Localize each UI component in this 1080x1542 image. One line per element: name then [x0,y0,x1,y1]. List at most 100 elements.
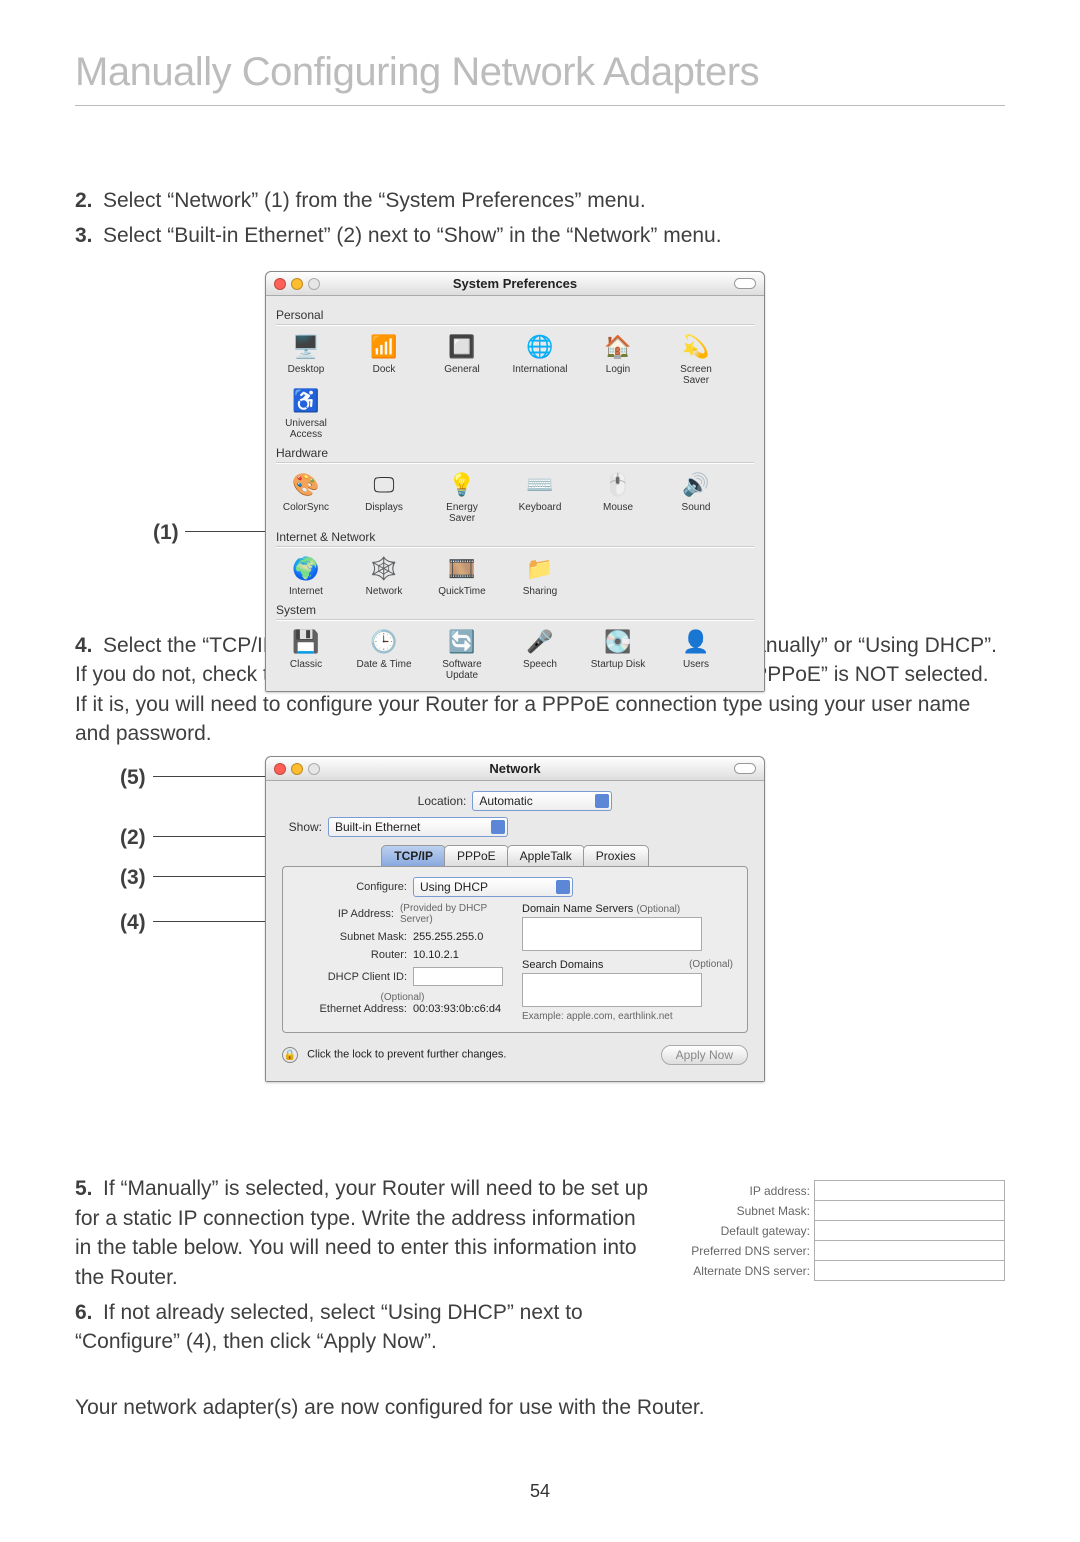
step-5: 5.If “Manually” is selected, your Router… [75,1174,657,1292]
pref-energy[interactable]: 💡Energy Saver [432,470,492,524]
speech-icon: 🎤 [525,627,555,657]
classic-icon: 💾 [291,627,321,657]
router-label: Router: [297,949,407,961]
pref-speech[interactable]: 🎤Speech [510,627,570,681]
subnet-value: 255.255.255.0 [413,931,483,943]
pref-users[interactable]: 👤Users [666,627,726,681]
pref-screensaver[interactable]: 💫Screen Saver [666,332,726,386]
subnet-field[interactable] [815,1201,1005,1221]
pref-displays[interactable]: 🖵Displays [354,470,414,524]
toolbar-pill-icon[interactable] [734,763,756,774]
minimize-icon[interactable] [291,763,303,775]
show-label: Show: [282,820,322,834]
gateway-label: Default gateway: [687,1221,814,1241]
section-internet: Internet & Network [276,530,754,544]
pref-sharing[interactable]: 📁Sharing [510,554,570,597]
search-optional: (Optional) [689,959,733,970]
lock-icon[interactable]: 🔒 [282,1047,298,1063]
pref-software[interactable]: 🔄Software Update [432,627,492,681]
globe-icon: 🌐 [525,332,555,362]
network-icon: 🕸️ [369,554,399,584]
tab-proxies[interactable]: Proxies [583,845,649,866]
window-title: System Preferences [453,276,577,291]
dns2-label: Alternate DNS server: [687,1261,814,1281]
callout-4: (4) [120,911,146,935]
pref-international[interactable]: 🌐International [510,332,570,386]
sound-icon: 🔊 [681,470,711,500]
ip-label: IP Address: [297,908,394,920]
general-icon: 🔲 [447,332,477,362]
dhcp-label: DHCP Client ID: [297,971,407,983]
subnet-label: Subnet Mask: [687,1201,814,1221]
screensaver-icon: 💫 [681,332,711,362]
disk-icon: 💽 [603,627,633,657]
subnet-label: Subnet Mask: [297,931,407,943]
pref-general[interactable]: 🔲General [432,332,492,386]
dns1-field[interactable] [815,1241,1005,1261]
apply-now-button[interactable]: Apply Now [661,1045,748,1065]
network-tabs: TCP/IP PPPoE AppleTalk Proxies [282,845,748,866]
router-value: 10.10.2.1 [413,949,459,961]
ip-note: (Provided by DHCP Server) [400,903,508,925]
pref-colorsync[interactable]: 🎨ColorSync [276,470,336,524]
clock-icon: 🕒 [369,627,399,657]
gateway-field[interactable] [815,1221,1005,1241]
pref-sound[interactable]: 🔊Sound [666,470,726,524]
pref-quicktime[interactable]: 🎞️QuickTime [432,554,492,597]
pref-login[interactable]: 🏠Login [588,332,648,386]
eth-label: Ethernet Address: [297,1003,407,1015]
minimize-icon[interactable] [291,278,303,290]
location-select[interactable]: Automatic [472,791,612,811]
dns1-label: Preferred DNS server: [687,1241,814,1261]
pref-mouse[interactable]: 🖱️Mouse [588,470,648,524]
search-example: Example: apple.com, earthlink.net [522,1011,733,1022]
keyboard-icon: ⌨️ [525,470,555,500]
pref-universal[interactable]: ♿Universal Access [276,386,336,440]
colorsync-icon: 🎨 [291,470,321,500]
callout-1: (1) [153,521,179,545]
pref-keyboard[interactable]: ⌨️Keyboard [510,470,570,524]
pref-startup[interactable]: 💽Startup Disk [588,627,648,681]
configure-select[interactable]: Using DHCP [413,877,573,897]
mouse-icon: 🖱️ [603,470,633,500]
pref-desktop[interactable]: 🖥️Desktop [276,332,336,386]
step-3: 3.Select “Built-in Ethernet” (2) next to… [75,221,1005,250]
dns-textarea[interactable] [522,917,702,951]
network-window: Network Location: Automatic Show: Built-… [265,756,765,1082]
zoom-icon[interactable] [308,763,320,775]
dhcp-input[interactable] [413,967,503,986]
section-system: System [276,603,754,617]
closing-text: Your network adapter(s) are now configur… [75,1393,1005,1422]
universal-icon: ♿ [291,386,321,416]
sharing-icon: 📁 [525,554,555,584]
ip-field[interactable] [815,1181,1005,1201]
search-textarea[interactable] [522,973,702,1007]
step-2: 2.Select “Network” (1) from the “System … [75,186,1005,215]
tab-tcpip[interactable]: TCP/IP [381,845,446,866]
show-select[interactable]: Built-in Ethernet [328,817,508,837]
user-icon: 👤 [681,627,711,657]
close-icon[interactable] [274,763,286,775]
zoom-icon[interactable] [308,278,320,290]
bulb-icon: 💡 [447,470,477,500]
toolbar-pill-icon[interactable] [734,278,756,289]
page-title: Manually Configuring Network Adapters [75,50,1005,106]
tab-pppoe[interactable]: PPPoE [444,845,509,866]
quicktime-icon: 🎞️ [447,554,477,584]
location-label: Location: [418,794,467,808]
dns2-field[interactable] [815,1261,1005,1281]
section-hardware: Hardware [276,446,754,460]
page-number: 54 [0,1481,1080,1502]
dhcp-note: (Optional) [297,992,508,1003]
pref-datetime[interactable]: 🕒Date & Time [354,627,414,681]
callout-2: (2) [120,826,146,850]
pref-internet[interactable]: 🌍Internet [276,554,336,597]
window-title: Network [489,761,540,776]
close-icon[interactable] [274,278,286,290]
eth-value: 00:03:93:0b:c6:d4 [413,1003,501,1015]
pref-network[interactable]: 🕸️Network [354,554,414,597]
desktop-icon: 🖥️ [291,332,321,362]
tab-appletalk[interactable]: AppleTalk [507,845,585,866]
pref-dock[interactable]: 📶Dock [354,332,414,386]
pref-classic[interactable]: 💾Classic [276,627,336,681]
